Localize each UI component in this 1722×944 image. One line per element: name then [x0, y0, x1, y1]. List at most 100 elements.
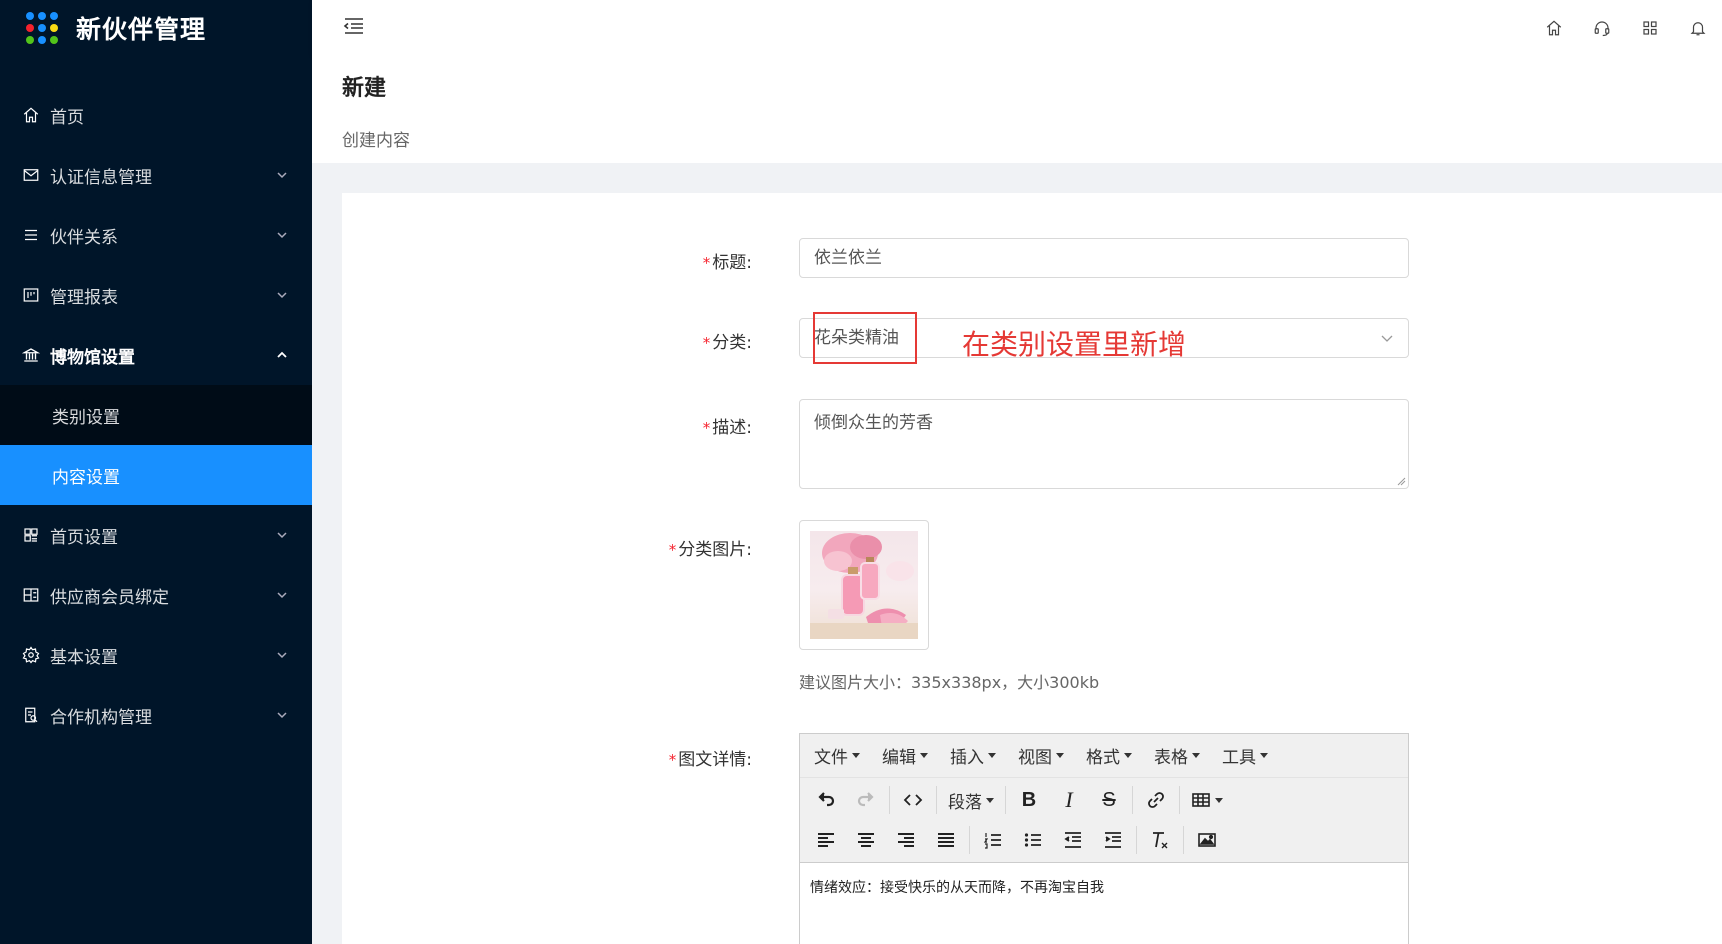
category-image-label: * 分类图片:	[669, 535, 752, 560]
header-support-button[interactable]	[1578, 0, 1626, 56]
annotation-text: 在类别设置里新增	[962, 328, 1187, 361]
sidebar-item-supplier-binding[interactable]: 供应商会员绑定	[0, 565, 312, 625]
caret-down-icon	[852, 753, 860, 758]
title-input[interactable]: 依兰依兰	[799, 238, 1409, 278]
sidebar-item-certification[interactable]: 认证信息管理	[0, 145, 312, 205]
sidebar-item-museum-settings[interactable]: 博物馆设置	[0, 325, 312, 385]
code-icon	[903, 794, 923, 806]
editor-toolbar: 段落 B I S	[800, 778, 1408, 863]
category-label: * 分类:	[703, 328, 752, 353]
editor-menu-table[interactable]: 表格	[1146, 743, 1208, 768]
image-upload[interactable]	[799, 520, 929, 650]
logo-dot	[26, 12, 34, 20]
align-left-button[interactable]	[806, 823, 846, 857]
category-image-label-text: 分类图片:	[678, 540, 752, 560]
undo-button[interactable]	[806, 783, 846, 817]
editor-menu-tools[interactable]: 工具	[1214, 743, 1276, 768]
sidebar-item-home-settings[interactable]: 首页设置	[0, 505, 312, 565]
page-header: 新建 创建内容	[312, 56, 1722, 163]
editor-menu-file[interactable]: 文件	[806, 743, 868, 768]
app-title: 新伙伴管理	[76, 15, 207, 44]
menu-label: 文件	[814, 748, 848, 768]
editor-menubar: 文件 编辑 插入 视图 格式 表格 工具	[800, 734, 1408, 778]
sidebar-item-home[interactable]: 首页	[0, 85, 312, 145]
header-home-button[interactable]	[1530, 0, 1578, 56]
sidebar-item-partner-orgs[interactable]: 合作机构管理	[0, 685, 312, 745]
link-button[interactable]	[1136, 783, 1176, 817]
description-textarea[interactable]: 倾倒众生的芳香	[799, 399, 1409, 489]
sidebar-item-label: 博物馆设置	[50, 347, 135, 368]
sidebar-item-category-settings[interactable]: 类别设置	[0, 385, 312, 445]
sidebar-item-partners[interactable]: 伙伴关系	[0, 205, 312, 265]
align-center-button[interactable]	[846, 823, 886, 857]
numbered-list-button[interactable]	[973, 823, 1013, 857]
resize-handle-icon[interactable]	[1396, 476, 1406, 486]
toolbar-divider	[1005, 786, 1006, 814]
category-label-text: 分类:	[712, 333, 752, 353]
menu-label: 格式	[1086, 748, 1120, 768]
caret-down-icon	[1056, 753, 1064, 758]
home-icon	[22, 106, 40, 124]
menu-fold-icon[interactable]	[342, 14, 366, 38]
align-justify-button[interactable]	[926, 823, 966, 857]
redo-button[interactable]	[846, 783, 886, 817]
insert-image-button[interactable]	[1187, 823, 1227, 857]
chevron-down-icon	[277, 652, 287, 659]
required-mark: *	[702, 419, 711, 437]
menu-label: 视图	[1018, 748, 1052, 768]
header-notifications-button[interactable]	[1674, 0, 1722, 56]
source-code-button[interactable]	[893, 783, 933, 817]
detail-label: * 图文详情:	[669, 745, 752, 770]
top-header	[312, 0, 1722, 56]
description-label: * 描述:	[703, 413, 752, 438]
layout-icon	[22, 526, 40, 544]
chevron-down-icon	[277, 592, 287, 599]
toolbar-row-1: 段落 B I S	[806, 780, 1402, 820]
header-apps-button[interactable]	[1626, 0, 1674, 56]
editor-menu-edit[interactable]: 编辑	[874, 743, 936, 768]
caret-down-icon	[988, 753, 996, 758]
caret-down-icon	[1124, 753, 1132, 758]
numbered-list-icon	[983, 833, 1001, 849]
list-icon	[22, 226, 40, 244]
bank-icon	[22, 346, 40, 364]
caret-down-icon	[1192, 753, 1200, 758]
toolbar-divider	[936, 786, 937, 814]
required-mark: *	[702, 334, 711, 352]
apps-icon	[1643, 21, 1657, 35]
sidebar-item-label: 合作机构管理	[50, 707, 152, 728]
title-label-text: 标题:	[712, 253, 752, 273]
title-label: * 标题:	[703, 248, 752, 273]
indent-button[interactable]	[1093, 823, 1133, 857]
sidebar-menu: 首页 认证信息管理 伙伴关系 管理报表 博物馆设置 类别设置 内容设置 首页设置…	[0, 85, 312, 745]
outdent-button[interactable]	[1053, 823, 1093, 857]
sidebar-item-reports[interactable]: 管理报表	[0, 265, 312, 325]
table-icon	[1192, 793, 1210, 807]
editor-menu-insert[interactable]: 插入	[942, 743, 1004, 768]
bullet-list-button[interactable]	[1013, 823, 1053, 857]
sidebar-item-content-settings[interactable]: 内容设置	[0, 445, 312, 505]
image-size-hint: 建议图片大小：335x338px，大小300kb	[799, 673, 1100, 692]
toolbar-divider	[1179, 786, 1180, 814]
strikethrough-button[interactable]: S	[1089, 783, 1129, 817]
editor-content-area[interactable]: 情绪效应：接受快乐的从天而降，不再淘宝自我	[800, 863, 1408, 911]
bold-button[interactable]: B	[1009, 783, 1049, 817]
caret-down-icon	[986, 797, 994, 803]
toolbar-row-2	[806, 820, 1402, 860]
editor-menu-format[interactable]: 格式	[1078, 743, 1140, 768]
toolbar-divider	[1132, 786, 1133, 814]
museum-submenu: 类别设置 内容设置	[0, 385, 312, 505]
sidebar-item-basic-settings[interactable]: 基本设置	[0, 625, 312, 685]
table-dropdown[interactable]	[1183, 783, 1231, 817]
report-icon	[22, 286, 40, 304]
paragraph-format-dropdown[interactable]: 段落	[940, 783, 1002, 817]
annotation-highlight-box	[813, 312, 917, 364]
align-right-button[interactable]	[886, 823, 926, 857]
redo-icon	[857, 792, 874, 807]
page-subtitle: 创建内容	[342, 131, 410, 151]
editor-menu-view[interactable]: 视图	[1010, 743, 1072, 768]
logo[interactable]: 新伙伴管理	[0, 0, 312, 56]
caret-down-icon	[1260, 753, 1268, 758]
clear-format-button[interactable]	[1140, 823, 1180, 857]
italic-button[interactable]: I	[1049, 783, 1089, 817]
